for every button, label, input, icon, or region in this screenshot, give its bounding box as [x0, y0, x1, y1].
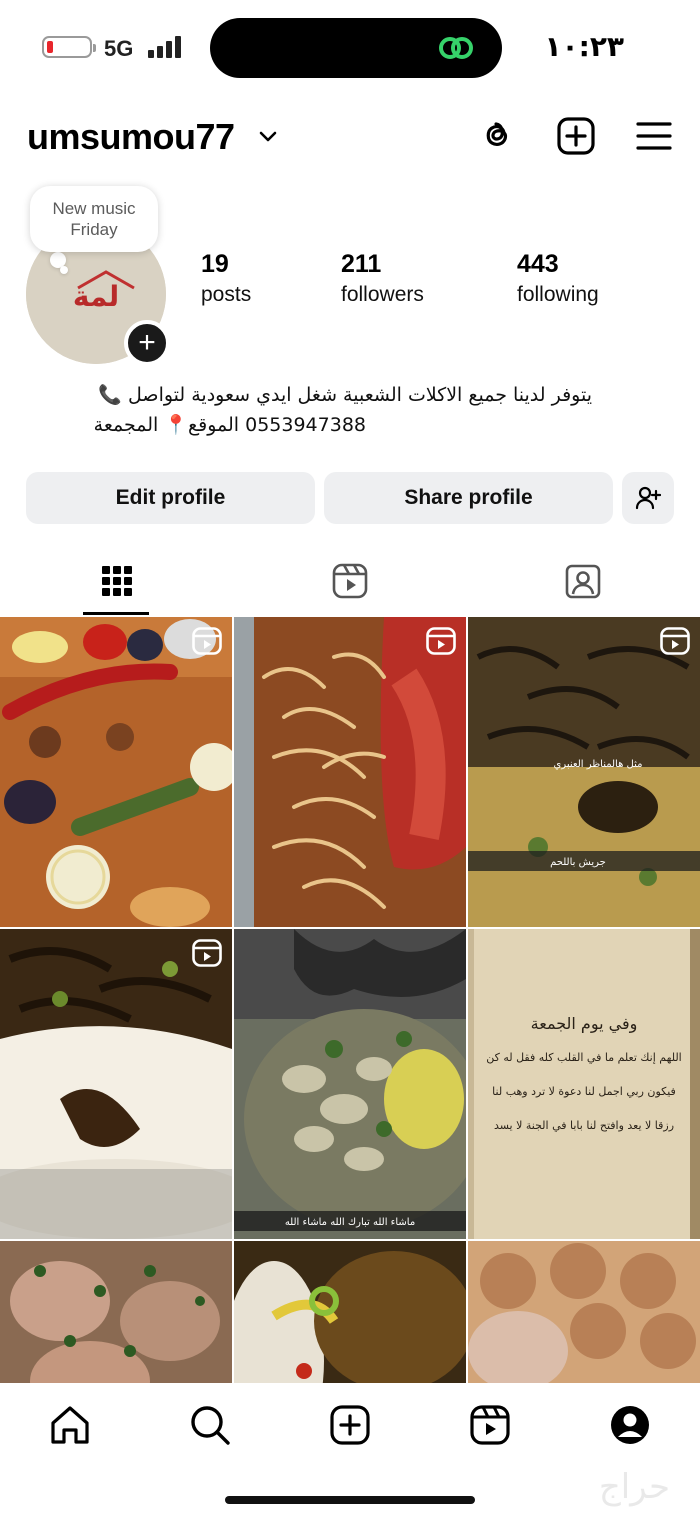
edit-profile-button[interactable]: Edit profile	[26, 472, 315, 524]
profile-header: umsumou77	[0, 108, 700, 168]
tab-grid[interactable]	[0, 548, 233, 614]
grid-post[interactable]	[0, 1241, 232, 1383]
username[interactable]: umsumou77	[27, 116, 235, 158]
threads-icon[interactable]	[477, 116, 517, 156]
posts-grid: جريش باللحم مثل هالمناظر العنبري ماشاء ا…	[0, 617, 700, 1383]
signal-icon	[148, 36, 184, 58]
stat-following[interactable]: 443 following	[517, 250, 599, 307]
home-icon[interactable]	[48, 1403, 92, 1447]
book-line: وفي يوم الجمعة	[531, 1014, 638, 1034]
post-caption: جريش باللحم	[550, 857, 606, 868]
post-image	[0, 617, 232, 927]
add-person-icon	[635, 486, 661, 510]
post-image	[0, 929, 232, 1239]
reel-badge-icon	[192, 939, 222, 967]
post-overlay-text: مثل هالمناظر العنبري	[553, 759, 642, 770]
grid-post[interactable]	[234, 617, 466, 927]
post-image	[0, 1241, 232, 1383]
reels-icon	[332, 563, 367, 599]
clock: ١٠:٢٣	[544, 30, 624, 63]
stat-label: posts	[201, 283, 252, 306]
active-tab-indicator	[83, 612, 149, 615]
stat-value: 19	[201, 250, 229, 278]
profile-icon[interactable]	[608, 1403, 652, 1447]
stat-label: following	[517, 283, 599, 306]
profile-tabs	[0, 548, 700, 616]
bio-line-1: يتوفر لدينا جميع الاكلات الشعبية شغل ايد…	[98, 384, 592, 406]
stat-value: 443	[517, 250, 559, 278]
post-caption: ماشاء الله تبارك الله ماشاء الله	[285, 1217, 415, 1228]
reel-badge-icon	[660, 627, 690, 655]
grid-post[interactable]: وفي يوم الجمعة اللهم إنك تعلم ما في القل…	[468, 929, 700, 1239]
book-line: رزقا لا يعد وافتح لنا بابا في الجنة لا ي…	[494, 1119, 674, 1132]
post-image	[468, 1241, 700, 1383]
reel-badge-icon	[192, 627, 222, 655]
create-icon[interactable]	[328, 1403, 372, 1447]
tab-reels[interactable]	[233, 548, 466, 614]
stat-followers[interactable]: 211 followers	[341, 250, 424, 307]
logo-text: لمة	[73, 280, 119, 313]
reel-badge-icon	[426, 627, 456, 655]
share-profile-button[interactable]: Share profile	[324, 472, 613, 524]
note-bubble-dot	[60, 266, 68, 274]
bottom-navigation: حراج	[0, 1383, 700, 1518]
post-image	[234, 617, 466, 927]
grid-icon	[101, 566, 132, 596]
profile-note[interactable]: New music Friday	[30, 186, 158, 252]
stat-posts[interactable]: 19 posts	[201, 250, 251, 307]
tagged-icon	[565, 564, 600, 599]
post-image: وفي يوم الجمعة اللهم إنك تعلم ما في القل…	[468, 929, 700, 1239]
network-type: 5G	[104, 36, 134, 61]
post-image: ماشاء الله تبارك الله ماشاء الله	[234, 929, 466, 1239]
link-icon	[439, 37, 473, 59]
create-icon[interactable]	[556, 116, 596, 156]
stat-label: followers	[341, 283, 424, 306]
add-story-button[interactable]: +	[124, 320, 170, 366]
post-image	[234, 1241, 466, 1383]
grid-post[interactable]	[468, 1241, 700, 1383]
book-line: اللهم إنك تعلم ما في القلب كله فقل له كن	[486, 1051, 682, 1064]
status-bar: 5G ١٠:٢٣	[0, 0, 700, 96]
grid-post[interactable]	[234, 1241, 466, 1383]
search-icon[interactable]	[188, 1403, 232, 1447]
grid-post[interactable]	[0, 617, 232, 927]
dynamic-island	[210, 18, 502, 78]
grid-post[interactable]: جريش باللحم مثل هالمناظر العنبري	[468, 617, 700, 927]
home-indicator	[225, 1496, 475, 1504]
battery-icon	[42, 36, 96, 58]
book-line: فيكون ربي اجمل لنا دعوة لا ترد وهب لنا	[492, 1085, 676, 1098]
menu-icon[interactable]	[634, 116, 674, 156]
grid-post[interactable]: ماشاء الله تبارك الله ماشاء الله	[234, 929, 466, 1239]
tab-tagged[interactable]	[466, 548, 699, 614]
chevron-down-icon[interactable]	[258, 126, 278, 146]
watermark: حراج	[598, 1467, 670, 1507]
reels-icon[interactable]	[468, 1403, 512, 1447]
grid-post[interactable]	[0, 929, 232, 1239]
bio-line-2: 0553947388 الموقع📍 المجمعة	[93, 414, 366, 436]
post-image: جريش باللحم مثل هالمناظر العنبري	[468, 617, 700, 927]
discover-people-button[interactable]	[622, 472, 674, 524]
stat-value: 211	[341, 250, 382, 278]
